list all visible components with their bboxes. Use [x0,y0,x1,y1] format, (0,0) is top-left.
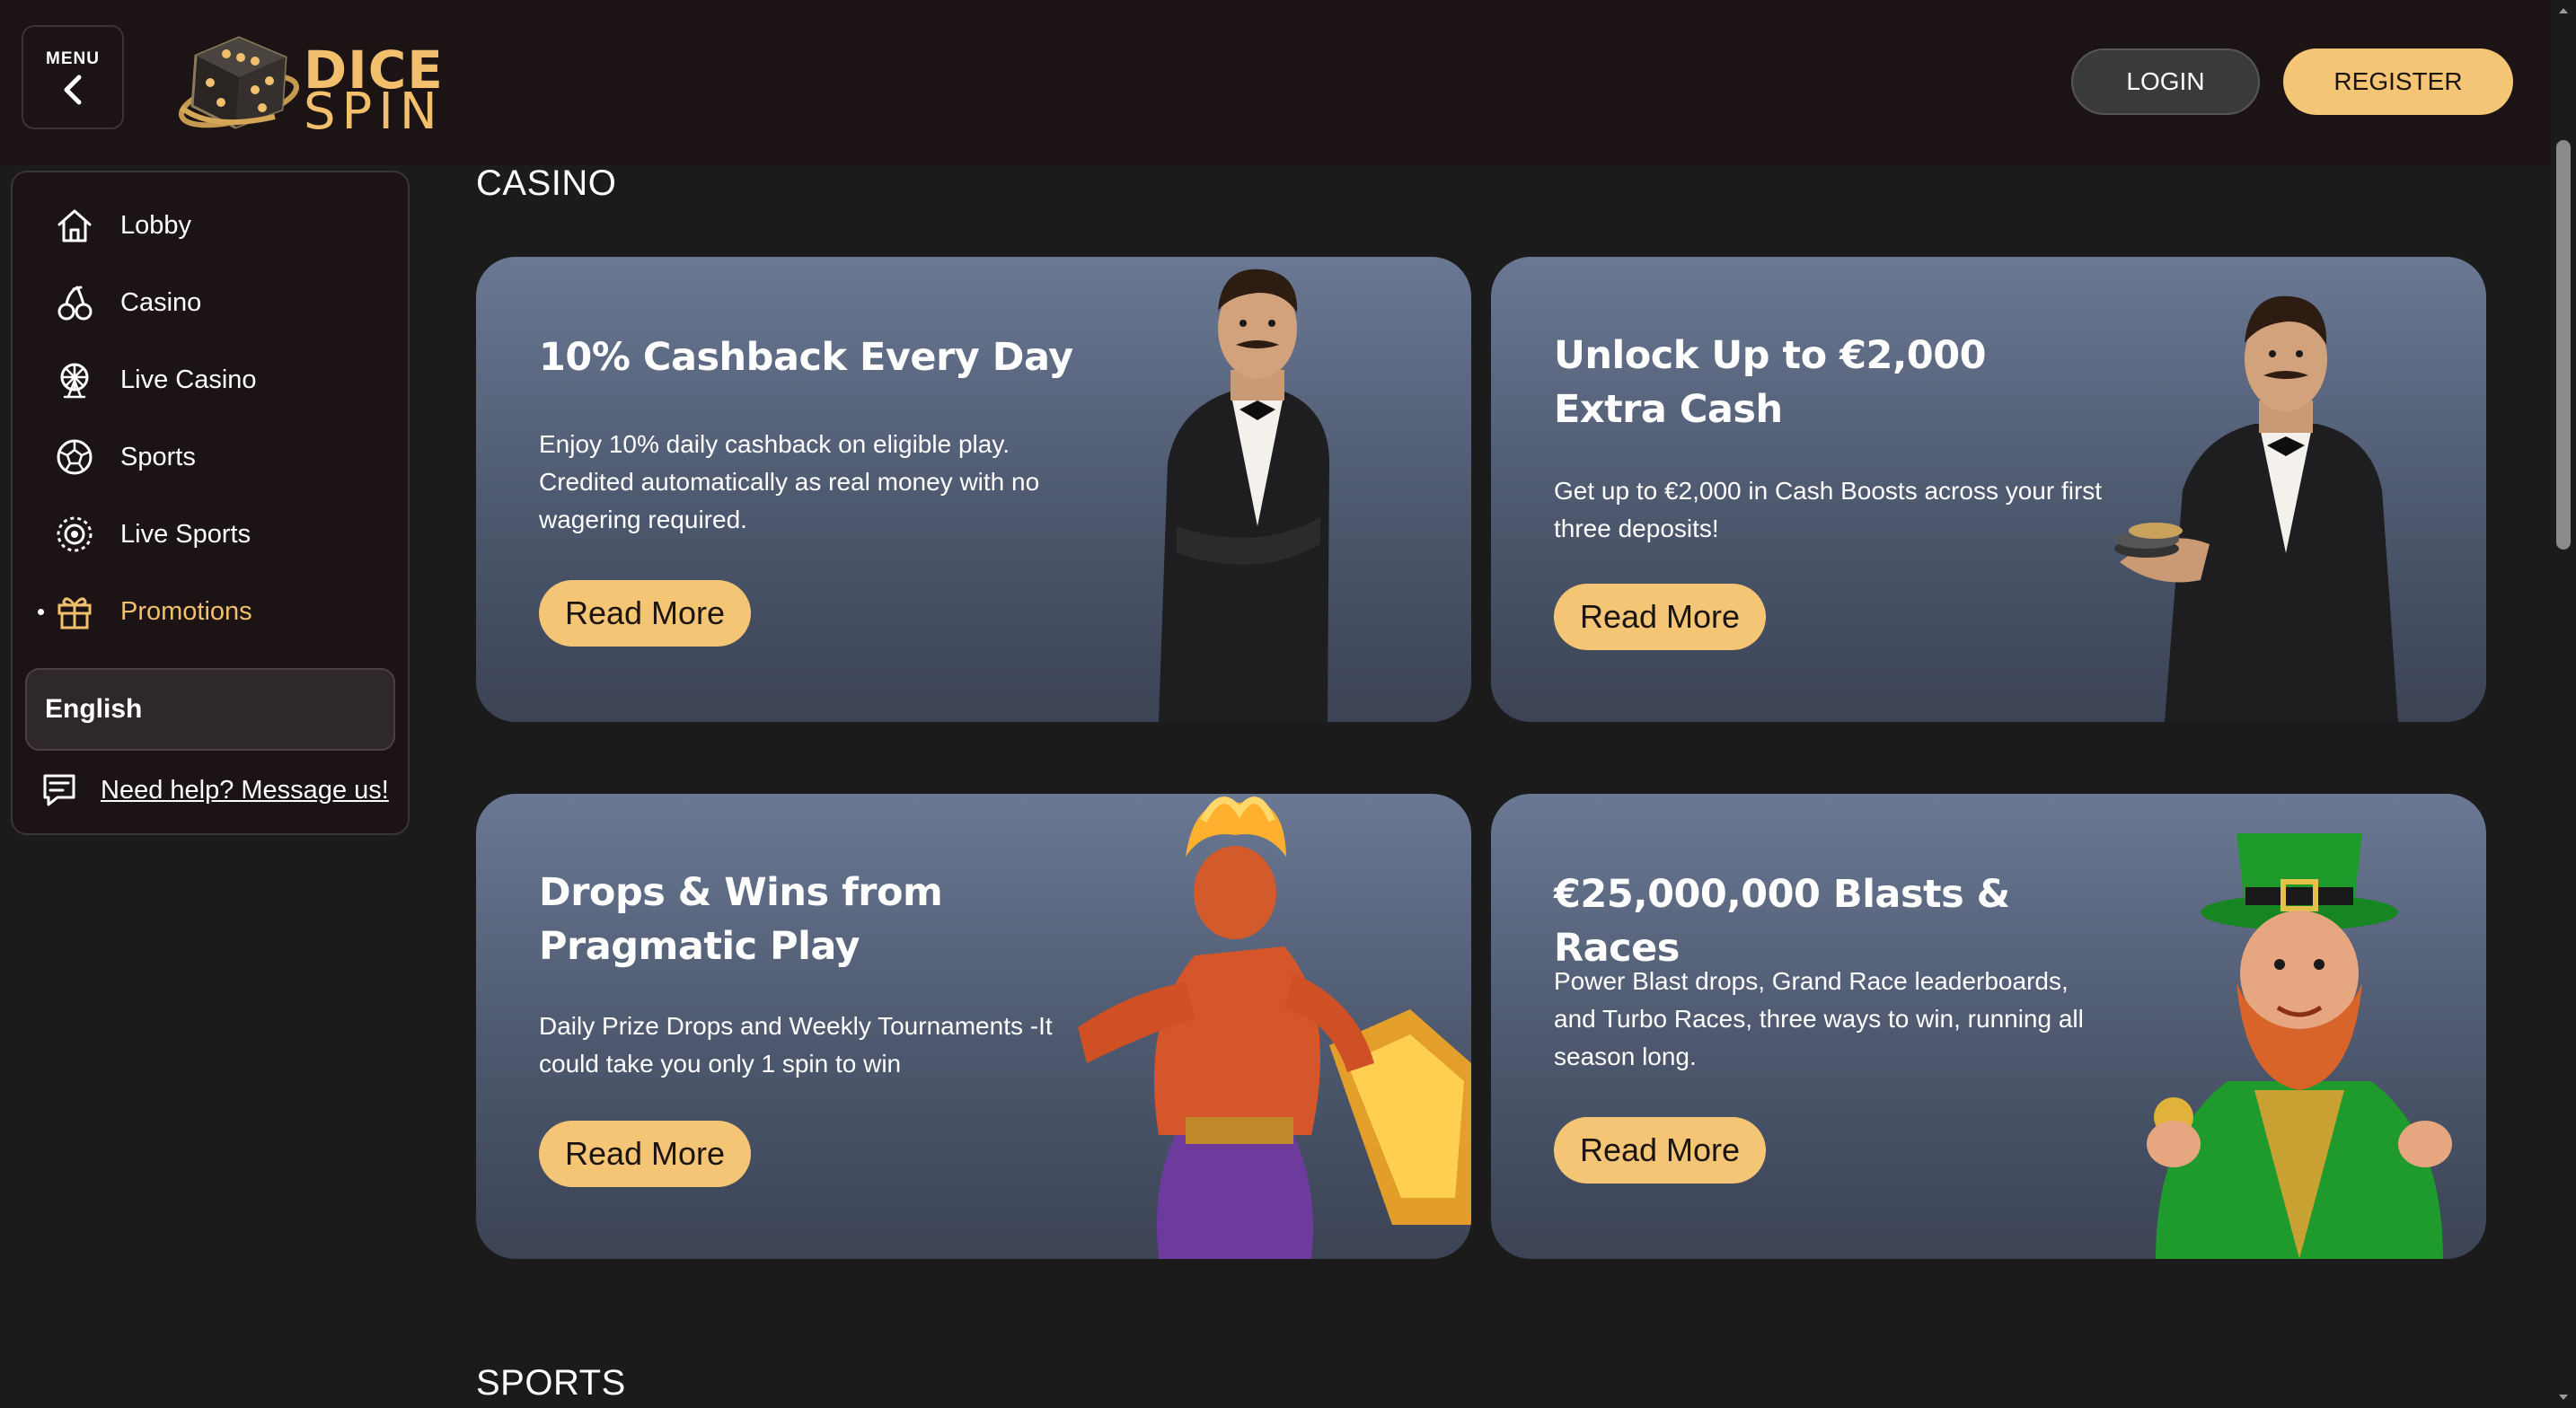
help-message-link[interactable]: Need help? Message us! [40,765,399,815]
sidebar-item-live-sports[interactable]: Live Sports [52,503,393,566]
promo-card-welcome-cash: Unlock Up to €2,000 Extra Cash Get up to… [1491,257,2486,722]
soccer-ball-icon [52,435,97,480]
dicespin-logo[interactable]: DICE SPIN [176,31,443,141]
help-link-label: Need help? Message us! [101,775,389,805]
live-target-icon [52,512,97,557]
menu-label: MENU [46,49,100,68]
language-value: English [45,694,143,724]
register-button[interactable]: REGISTER [2283,48,2513,115]
promo-description: Power Blast drops, Grand Race leaderboar… [1554,967,2084,1070]
sidebar-item-label: Sports [120,442,196,471]
promo-title: €25,000,000 Blasts & Races [1554,872,2010,971]
sidebar-item-promotions[interactable]: Promotions [52,580,393,643]
chat-icon [43,774,75,806]
fire-warrior-character-image [1078,796,1471,1259]
sidebar-nav: Lobby Casino Live Casino Sports Live Spo… [11,171,410,835]
cherries-icon [52,280,97,325]
promo-description: Daily Prize Drops and Weekly Tournaments… [539,1012,1053,1078]
promo-card-cashback: 10% Cashback Every Day Enjoy 10% daily c… [476,257,1471,722]
sidebar-item-live-casino[interactable]: Live Casino [52,348,393,411]
sidebar-item-label: Lobby [120,210,192,240]
promo-card-blasts-races: €25,000,000 Blasts & Races Power Blast d… [1491,794,2486,1259]
read-more-button[interactable]: Read More [1554,584,1766,650]
ferris-wheel-icon [52,357,97,402]
scroll-down-arrow-icon[interactable] [2556,1390,2571,1404]
promo-title: 10% Cashback Every Day [539,335,1073,380]
read-more-button[interactable]: Read More [539,1121,751,1187]
read-more-button[interactable]: Read More [1554,1117,1766,1184]
promo-card-drops-wins: Drops & Wins from Pragmatic Play Daily P… [476,794,1471,1259]
menu-toggle-button[interactable]: MENU [22,25,124,129]
section-title-sports: SPORTS [476,1363,626,1403]
sidebar-item-label: Casino [120,287,202,317]
promo-description: Get up to €2,000 in Cash Boosts across y… [1554,477,2103,542]
promo-title: Drops & Wins from Pragmatic Play [539,870,943,969]
page: MENU DICE SPIN LOGIN REGISTER Lobby Casi… [0,0,2576,1408]
sidebar-item-casino[interactable]: Casino [52,271,393,334]
active-indicator-dot [38,609,44,615]
sidebar-item-label: Live Casino [120,365,257,394]
home-icon [52,203,97,248]
promo-description: Enjoy 10% daily cashback on eligible pla… [539,430,1040,533]
scroll-up-arrow-icon[interactable] [2556,4,2571,18]
leprechaun-character-image [2147,833,2452,1259]
top-header: MENU DICE SPIN LOGIN REGISTER [0,0,2551,165]
butler-character-image [1159,268,1329,722]
login-button[interactable]: LOGIN [2071,48,2260,115]
dice-logo-icon [178,36,300,129]
language-selector[interactable]: English [25,668,395,751]
logo-text-spin: SPIN [304,83,444,141]
butler-with-chips-image [2114,295,2398,722]
sidebar-item-label: Promotions [120,596,252,626]
read-more-button[interactable]: Read More [539,580,751,647]
sidebar-item-sports[interactable]: Sports [52,426,393,488]
promo-title: Unlock Up to €2,000 Extra Cash [1554,333,1987,432]
scrollbar-thumb[interactable] [2556,140,2571,550]
chevron-left-icon [64,75,82,105]
sidebar-item-lobby[interactable]: Lobby [52,194,393,257]
section-title-casino: CASINO [476,163,617,203]
sidebar-item-label: Live Sports [120,519,251,549]
gift-icon [52,589,97,634]
